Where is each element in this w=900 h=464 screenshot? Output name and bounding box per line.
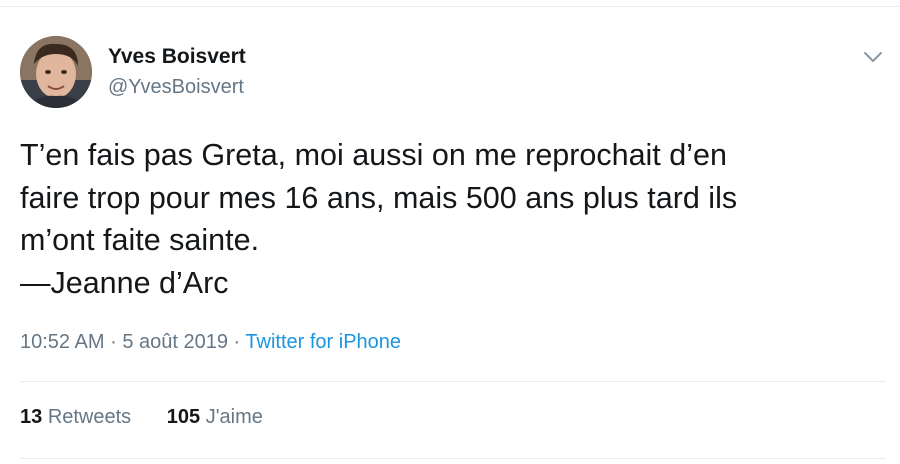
author-name[interactable]: Yves Boisvert (108, 45, 246, 69)
meta-separator: · (233, 331, 241, 353)
divider (20, 381, 886, 382)
tweet-header: Yves Boisvert @YvesBoisvert (20, 36, 886, 112)
retweets-label: Retweets (47, 406, 132, 428)
tweet-menu-button[interactable] (862, 48, 884, 66)
tweet-source-link[interactable]: Twitter for iPhone (245, 331, 401, 353)
likes-stat[interactable]: 105 J'aime (167, 406, 263, 429)
tweet-line: T’en fais pas Greta, moi aussi on me rep… (20, 138, 727, 172)
card-top-border (0, 6, 900, 7)
avatar-image (20, 36, 92, 108)
retweets-stat[interactable]: 13 Retweets (20, 406, 131, 429)
tweet-date[interactable]: 5 août 2019 (122, 331, 228, 353)
tweet-text: T’en fais pas Greta, moi aussi on me rep… (20, 134, 870, 304)
avatar[interactable] (20, 36, 92, 108)
tweet-time[interactable]: 10:52 AM (20, 331, 105, 353)
meta-separator: · (110, 331, 117, 353)
tweet-line: m’ont faite sainte. (20, 223, 260, 257)
likes-count: 105 (166, 406, 201, 428)
divider (20, 458, 886, 459)
likes-label: J'aime (205, 406, 263, 428)
tweet-line: faire trop pour mes 16 ans, mais 500 ans… (20, 180, 738, 215)
retweets-count: 13 (20, 406, 43, 428)
author-handle[interactable]: @YvesBoisvert (108, 76, 244, 99)
tweet-metadata: 10:52 AM · 5 août 2019 · Twitter for iPh… (20, 331, 401, 354)
tweet-stats: 13 Retweets 105 J'aime (20, 406, 263, 429)
chevron-down-icon (864, 52, 882, 62)
tweet-line: —Jeanne d’Arc (20, 265, 229, 300)
